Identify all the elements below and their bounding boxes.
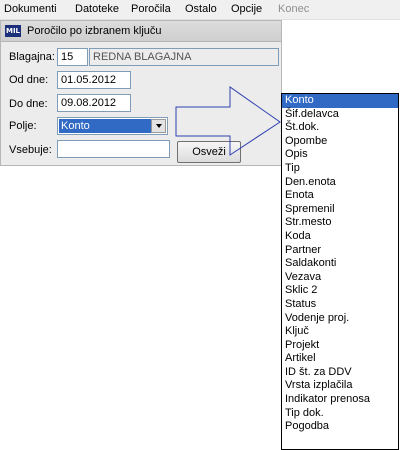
app-logo-icon: MIL xyxy=(5,25,21,37)
vsebuje-field[interactable] xyxy=(57,140,170,158)
od-dne-field[interactable]: 01.05.2012 xyxy=(57,71,131,89)
dropdown-option[interactable]: Enota xyxy=(282,189,398,203)
dropdown-option[interactable]: Koda xyxy=(282,230,398,244)
dropdown-option[interactable]: Projekt xyxy=(282,339,398,353)
od-dne-label: Od dne: xyxy=(9,74,49,86)
dropdown-option[interactable]: Ključ xyxy=(282,325,398,339)
dropdown-option[interactable]: Partner xyxy=(282,244,398,258)
osvezi-button[interactable]: Osveži xyxy=(177,141,241,163)
do-dne-field[interactable]: 09.08.2012 xyxy=(57,94,131,112)
menu-konec: Konec xyxy=(278,3,310,15)
dropdown-option[interactable]: Opis xyxy=(282,148,398,162)
dropdown-option[interactable]: Indikator prenosa xyxy=(282,393,398,407)
report-window: MIL Poročilo po izbranem ključu Blagajna… xyxy=(0,20,282,166)
dropdown-option[interactable]: ID št. za DDV xyxy=(282,366,398,380)
dropdown-option[interactable]: Tip xyxy=(282,162,398,176)
menu-opcije[interactable]: Opcije xyxy=(231,3,262,15)
dropdown-option[interactable]: Št.dok. xyxy=(282,121,398,135)
dropdown-option[interactable]: Str.mesto xyxy=(282,216,398,230)
menu-porocila[interactable]: Poročila xyxy=(131,3,171,15)
dropdown-option[interactable]: Sklic 2 xyxy=(282,284,398,298)
window-titlebar: MIL Poročilo po izbranem ključu xyxy=(1,21,281,42)
menu-dokumenti[interactable]: Dokumenti xyxy=(4,3,57,15)
dropdown-option[interactable]: Status xyxy=(282,298,398,312)
polje-dropdown-list: Konto Šif.delavca Št.dok. Opombe Opis Tip Den.… xyxy=(281,93,399,450)
dropdown-button[interactable] xyxy=(151,119,166,133)
menu-datoteke[interactable]: Datoteke xyxy=(75,3,119,15)
dropdown-option[interactable]: Tip dok. xyxy=(282,407,398,421)
blagajna-label: Blagajna: xyxy=(9,51,55,63)
menu-ostalo[interactable]: Ostalo xyxy=(185,3,217,15)
dropdown-option[interactable]: Den.enota xyxy=(282,176,398,190)
dropdown-option[interactable]: Konto xyxy=(282,94,398,108)
vsebuje-label: Vsebuje: xyxy=(9,144,52,156)
blagajna-code-field[interactable]: 15 xyxy=(57,48,88,66)
chevron-down-icon xyxy=(155,124,162,128)
polje-selected-value: Konto xyxy=(59,119,153,133)
do-dne-label: Do dne: xyxy=(9,98,48,110)
polje-label: Polje: xyxy=(9,120,37,132)
dropdown-option[interactable]: Pogodba xyxy=(282,420,398,434)
menu-bar: Dokumenti Datoteke Poročila Ostalo Opcij… xyxy=(0,0,400,20)
dropdown-option[interactable]: Vrsta izplačila xyxy=(282,379,398,393)
dropdown-option[interactable]: Opombe xyxy=(282,135,398,149)
dropdown-option[interactable]: Artikel xyxy=(282,352,398,366)
dropdown-option[interactable]: Saldakonti xyxy=(282,257,398,271)
window-title: Poročilo po izbranem ključu xyxy=(27,25,162,37)
dropdown-option[interactable]: Spremenil xyxy=(282,203,398,217)
dropdown-option[interactable]: Vodenje proj. xyxy=(282,312,398,326)
polje-select[interactable]: Konto xyxy=(57,117,168,135)
blagajna-name-field: REDNA BLAGAJNA xyxy=(89,48,279,66)
dropdown-option[interactable]: Šif.delavca xyxy=(282,108,398,122)
dropdown-option[interactable]: Vezava xyxy=(282,271,398,285)
